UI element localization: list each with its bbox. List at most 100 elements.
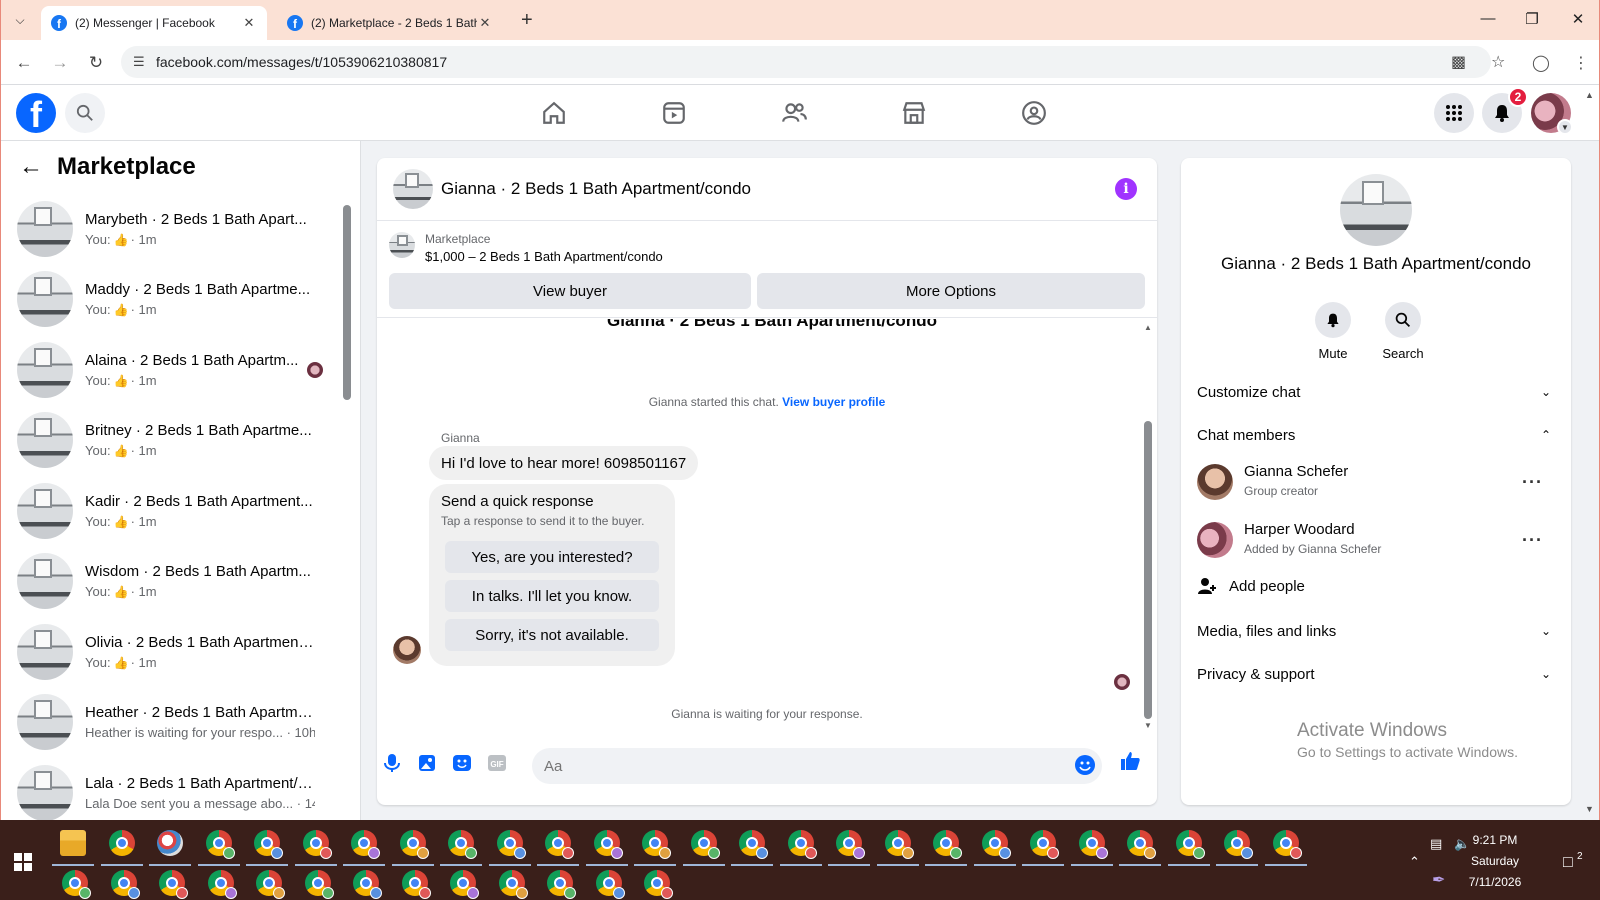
- sender-avatar[interactable]: [393, 636, 421, 664]
- tab-close-icon[interactable]: ✕: [241, 15, 257, 31]
- marketplace-icon[interactable]: [897, 97, 931, 129]
- conversation-item[interactable]: Kadir · 2 Beds 1 Bath Apartment... You: 👍…: [9, 477, 339, 545]
- conversation-item[interactable]: Wisdom · 2 Beds 1 Bath Apartm... You: 👍 · …: [9, 547, 339, 615]
- search-icon[interactable]: [65, 93, 105, 133]
- chrome-app-icon[interactable]: [787, 830, 817, 859]
- file-explorer-icon[interactable]: [60, 830, 86, 856]
- chrome-app-icon[interactable]: [205, 830, 235, 859]
- restore-icon[interactable]: ❐: [1522, 10, 1542, 28]
- quick-response-option[interactable]: Yes, are you interested?: [445, 541, 659, 573]
- tab-messenger[interactable]: f (2) Messenger | Facebook ✕: [41, 6, 267, 40]
- emoji-icon[interactable]: [1075, 755, 1095, 775]
- tray-chevron-up-icon[interactable]: ⌃: [1409, 854, 1420, 870]
- chrome-app-icon[interactable]: [351, 830, 380, 859]
- quick-response-option[interactable]: Sorry, it's not available.: [445, 619, 659, 651]
- quick-response-option[interactable]: In talks. I'll let you know.: [445, 580, 659, 612]
- chrome-app-icon[interactable]: [108, 830, 135, 856]
- chrome-app-icon[interactable]: [450, 870, 479, 899]
- page-scroll-down-icon[interactable]: ▼: [1585, 804, 1594, 814]
- chrome-app-icon[interactable]: [1078, 830, 1108, 859]
- bookmark-star-icon[interactable]: ☆: [1491, 52, 1505, 72]
- close-window-icon[interactable]: ✕: [1568, 10, 1588, 28]
- mute-button[interactable]: Mute: [1303, 302, 1363, 361]
- gif-icon[interactable]: GIF: [486, 752, 508, 774]
- tab-search-chevron-icon[interactable]: ⌵: [9, 9, 31, 31]
- chrome-app-icon[interactable]: [836, 830, 865, 859]
- omnibox[interactable]: ☰ facebook.com/messages/t/10539062103808…: [121, 46, 1505, 78]
- chrome-app-icon[interactable]: [644, 870, 673, 899]
- action-center-icon[interactable]: □: [1563, 854, 1573, 872]
- scroll-up-icon[interactable]: ▲: [1144, 323, 1152, 332]
- media-files-links-section[interactable]: Media, files and links ⌄: [1197, 613, 1555, 649]
- tab-close-icon[interactable]: ✕: [477, 15, 493, 31]
- notifications-bell-icon[interactable]: 2: [1482, 87, 1528, 133]
- new-tab-icon[interactable]: +: [521, 10, 533, 30]
- more-options-icon[interactable]: ···: [1522, 530, 1543, 551]
- chrome-app-icon[interactable]: [1175, 830, 1205, 859]
- chrome-app-icon[interactable]: [1030, 830, 1059, 859]
- chrome-app-icon[interactable]: [981, 830, 1011, 859]
- paint-icon[interactable]: [157, 830, 183, 856]
- chrome-app-icon[interactable]: [545, 830, 574, 859]
- back-icon[interactable]: ←: [12, 51, 36, 75]
- thread-scrollbar[interactable]: ▲ ▼: [1144, 323, 1152, 733]
- member-row[interactable]: Harper Woodard Added by Gianna Schefer ·…: [1197, 518, 1555, 566]
- sticker-icon[interactable]: [451, 752, 473, 774]
- send-like-icon[interactable]: [1119, 750, 1141, 778]
- tab-marketplace[interactable]: f (2) Marketplace - 2 Beds 1 Bath ✕: [277, 6, 503, 40]
- chrome-app-icon[interactable]: [159, 870, 188, 899]
- chat-members-section[interactable]: Chat members ⌃: [1197, 417, 1555, 453]
- friends-icon[interactable]: [777, 97, 811, 129]
- chrome-app-icon[interactable]: [1127, 830, 1156, 859]
- chrome-app-icon[interactable]: [254, 830, 283, 859]
- chrome-app-icon[interactable]: [884, 830, 914, 859]
- site-info-icon[interactable]: ☰: [133, 54, 145, 70]
- more-options-button[interactable]: More Options: [757, 273, 1145, 309]
- chrome-app-icon[interactable]: [110, 870, 140, 899]
- more-options-icon[interactable]: ···: [1522, 472, 1543, 493]
- video-icon[interactable]: [657, 97, 691, 129]
- chrome-app-icon[interactable]: [739, 830, 768, 859]
- add-people-button[interactable]: Add people: [1197, 576, 1305, 596]
- view-buyer-profile-link[interactable]: View buyer profile: [782, 395, 885, 409]
- conversation-item[interactable]: Lala · 2 Beds 1 Bath Apartment/c... Lala…: [9, 759, 339, 820]
- conversation-item[interactable]: Britney · 2 Beds 1 Bath Apartme... You: 👍…: [9, 406, 339, 474]
- chrome-app-icon[interactable]: [401, 870, 431, 899]
- chrome-app-icon[interactable]: [690, 830, 720, 859]
- chrome-app-icon[interactable]: [448, 830, 477, 859]
- member-row[interactable]: Gianna Schefer Group creator ···: [1197, 460, 1555, 508]
- facebook-logo-icon[interactable]: f: [16, 93, 56, 133]
- chat-title[interactable]: Gianna · 2 Beds 1 Bath Apartment/condo: [441, 179, 751, 199]
- conversation-info-icon[interactable]: i: [1115, 178, 1137, 200]
- microphone-icon[interactable]: [381, 752, 403, 774]
- thread-scroll-thumb[interactable]: [1144, 421, 1152, 719]
- chrome-app-icon[interactable]: [642, 830, 671, 859]
- chrome-app-icon[interactable]: [1272, 830, 1302, 859]
- conversation-item[interactable]: Marybeth · 2 Beds 1 Bath Apart... You: 👍 ·…: [9, 195, 339, 263]
- chrome-app-icon[interactable]: [399, 830, 429, 859]
- chrome-app-icon[interactable]: [498, 870, 528, 899]
- customize-chat-section[interactable]: Customize chat ⌄: [1197, 374, 1555, 410]
- chrome-app-icon[interactable]: [1224, 830, 1253, 859]
- scroll-down-icon[interactable]: ▼: [1144, 721, 1152, 730]
- chrome-app-icon[interactable]: [593, 830, 623, 859]
- sidebar-scrollbar[interactable]: [343, 195, 351, 795]
- install-app-icon[interactable]: ▩: [1451, 52, 1466, 72]
- view-buyer-button[interactable]: View buyer: [389, 273, 751, 309]
- windows-start-icon[interactable]: [14, 853, 32, 871]
- back-arrow-icon[interactable]: ←: [19, 153, 43, 181]
- conversation-item[interactable]: Olivia · 2 Beds 1 Bath Apartment... You:…: [9, 618, 339, 686]
- chrome-app-icon[interactable]: [302, 830, 332, 859]
- profile-icon[interactable]: ◯: [1532, 53, 1550, 73]
- chrome-app-icon[interactable]: [62, 870, 91, 899]
- network-icon[interactable]: ▤: [1430, 836, 1442, 852]
- chrome-app-icon[interactable]: [496, 830, 526, 859]
- chrome-app-icon[interactable]: [595, 870, 625, 899]
- conversation-item[interactable]: Heather · 2 Beds 1 Bath Apartme... Heath…: [9, 688, 339, 756]
- chrome-app-icon[interactable]: [353, 870, 382, 899]
- sidebar-scroll-thumb[interactable]: [343, 205, 351, 400]
- chrome-app-icon[interactable]: [547, 870, 576, 899]
- chrome-app-icon[interactable]: [256, 870, 285, 899]
- account-avatar[interactable]: ▼: [1531, 93, 1573, 135]
- privacy-support-section[interactable]: Privacy & support ⌄: [1197, 656, 1555, 692]
